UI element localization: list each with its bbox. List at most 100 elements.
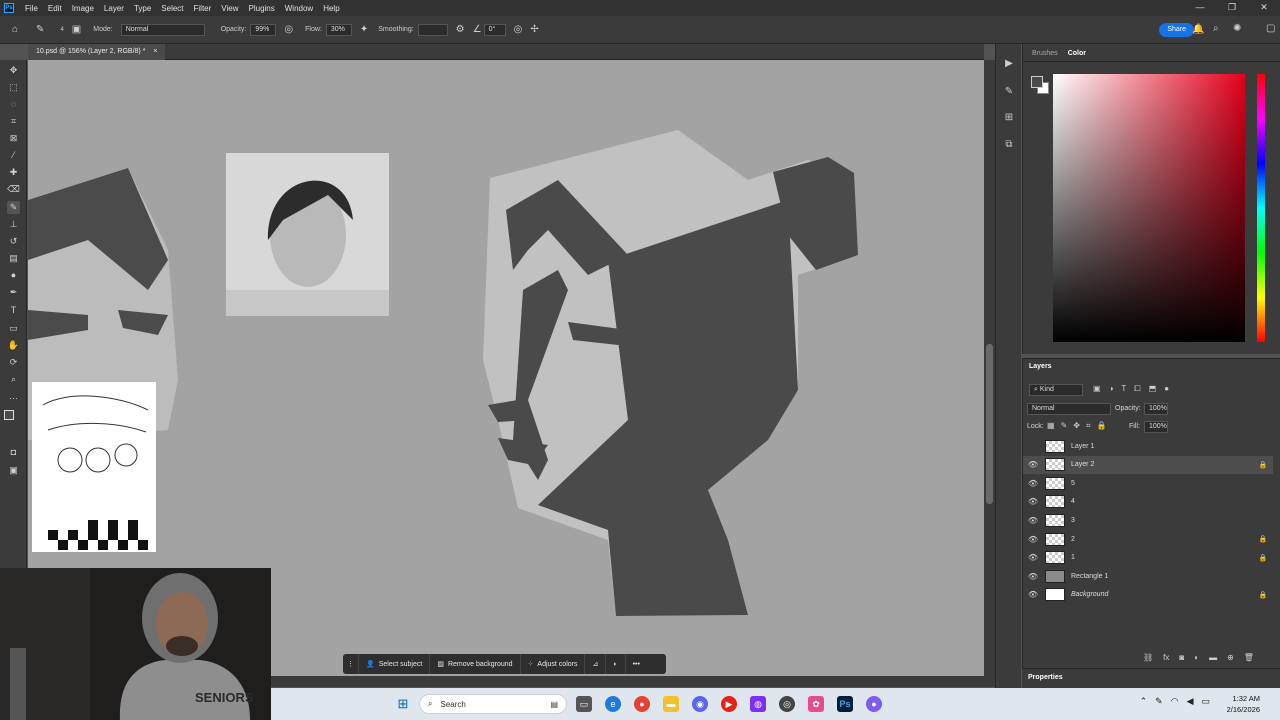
flow-input[interactable]: 30% (325, 23, 352, 36)
zoom-tool-icon[interactable]: ⌕ (7, 373, 20, 386)
filter-smart-icon[interactable]: ⬒ (1149, 384, 1157, 394)
eraser-alt-tool-icon[interactable]: ⌫ (7, 183, 20, 196)
remove-background-button[interactable]: ▨ Remove background (430, 654, 521, 674)
gradient-tool-icon[interactable]: ▤ (7, 252, 20, 265)
link-layers-icon[interactable]: ⛓ (1143, 653, 1153, 662)
home-icon[interactable]: ⌂ (12, 24, 18, 35)
opacity-input[interactable]: 99% (250, 23, 277, 36)
battery-icon[interactable]: ▭ (1201, 696, 1210, 707)
layer-filter-select[interactable]: ⌕ Kind (1029, 384, 1083, 396)
pen-icon[interactable]: ✎ (1155, 696, 1163, 707)
brush-size-value[interactable]: 4 (60, 27, 63, 33)
path-select-tool-icon[interactable]: ▭ (7, 322, 20, 335)
clone-stamp-tool-icon[interactable]: ⊥ (7, 218, 20, 231)
visibility-eye-icon[interactable]: 👁 (1023, 516, 1043, 525)
maximize-button[interactable]: ❐ (1216, 0, 1248, 16)
new-group-icon[interactable]: ▬ (1209, 653, 1217, 662)
vertical-scroll-thumb[interactable] (986, 344, 993, 504)
layer-row[interactable]: 👁 3 (1023, 511, 1273, 529)
discover-icon[interactable]: ✺ (1233, 23, 1241, 34)
crop-tool-icon[interactable]: ⌗ (7, 115, 20, 128)
smoothing-input[interactable] (417, 23, 448, 36)
file-explorer-icon[interactable]: ▬ (663, 696, 679, 712)
wifi-icon[interactable]: ◠ (1171, 696, 1179, 707)
share-button[interactable]: Share (1159, 23, 1194, 37)
menu-filter[interactable]: Filter (189, 4, 217, 13)
layer-row[interactable]: 👁 Background 🔒 (1023, 586, 1273, 604)
mask-icon[interactable]: ◙ (1179, 653, 1184, 662)
hand-tool-icon[interactable]: ✋ (7, 339, 20, 352)
menu-edit[interactable]: Edit (43, 4, 67, 13)
grid-panel-icon[interactable]: ⊞ (1002, 112, 1016, 123)
visibility-eye-icon[interactable]: 👁 (1023, 460, 1043, 469)
healing-tool-icon[interactable]: ✚ (7, 166, 20, 179)
lock-artboard-icon[interactable]: ⌗ (1086, 421, 1091, 431)
menu-file[interactable]: File (20, 4, 43, 13)
menu-plugins[interactable]: Plugins (244, 4, 280, 13)
eyedropper-tool-icon[interactable]: ⁄ (7, 149, 20, 162)
menu-layer[interactable]: Layer (99, 4, 129, 13)
select-subject-button[interactable]: 👤 Select subject (359, 654, 431, 674)
color-picker-field[interactable] (1053, 74, 1245, 342)
move-tool-icon[interactable]: ✥ (7, 64, 20, 77)
lock-image-icon[interactable]: ✎ (1061, 421, 1068, 431)
menu-select[interactable]: Select (156, 4, 188, 13)
workspace-icon[interactable]: ▢ (1266, 23, 1275, 34)
blend-mode-select[interactable]: Normal (1027, 403, 1111, 415)
layer-row[interactable]: 👁 1 🔒 (1023, 549, 1273, 567)
tray-overflow-icon[interactable]: ⌃ (1140, 696, 1148, 707)
bell-icon[interactable]: 🔔 (1192, 24, 1204, 35)
photoshop-taskbar-icon[interactable]: Ps (837, 696, 853, 712)
brush-panel-icon[interactable]: ✎ (1002, 86, 1016, 97)
filter-shape-icon[interactable]: ⧠ (1134, 384, 1140, 394)
layer-row[interactable]: 👁 2 🔒 (1023, 530, 1273, 548)
mode-select[interactable]: Normal (120, 23, 205, 36)
menu-help[interactable]: Help (318, 4, 344, 13)
document-tab[interactable]: 10.psd @ 156% (Layer 2, RGB/8) * × (28, 44, 166, 60)
angle-input[interactable]: 0° (483, 23, 506, 36)
task-view-icon[interactable]: ▭ (576, 696, 592, 712)
pressure-size-icon[interactable]: ◎ (514, 24, 523, 35)
marquee-tool-icon[interactable]: ⬚ (7, 81, 20, 94)
brush-settings-icon[interactable]: ▣ (72, 24, 81, 35)
symmetry-icon[interactable]: ✢ (530, 24, 538, 35)
close-tab-icon[interactable]: × (153, 48, 157, 55)
close-window-button[interactable]: ✕ (1248, 0, 1280, 16)
visibility-eye-icon[interactable]: 👁 (1023, 553, 1043, 562)
search-icon[interactable]: ⌕ (1213, 23, 1219, 34)
play-icon[interactable]: ▶ (1002, 58, 1016, 69)
screen-mode-icon[interactable]: ▣ (7, 464, 20, 477)
new-layer-icon[interactable]: ⊕ (1227, 653, 1234, 662)
pen-tool-icon[interactable]: ✒ (7, 286, 20, 299)
taskbar-clock[interactable]: 1:32 AM 2/16/2026 (1227, 693, 1260, 715)
lock-all-icon[interactable]: 🔒 (1096, 421, 1106, 431)
photos-icon[interactable]: ✿ (808, 696, 824, 712)
minimize-button[interactable]: — (1184, 0, 1216, 16)
visibility-eye-icon[interactable]: 👁 (1023, 572, 1043, 581)
pressure-opacity-icon[interactable]: ◎ (284, 24, 293, 35)
airbrush-icon[interactable]: ✦ (360, 24, 368, 35)
start-button-icon[interactable]: ⊞ (395, 696, 411, 712)
new-adjustment-icon[interactable]: ◐ (1194, 653, 1199, 662)
lock-transparent-icon[interactable]: ▦ (1047, 421, 1055, 431)
menu-window[interactable]: Window (280, 4, 318, 13)
taskbar-search[interactable]: ⌕ Search ▤ (419, 694, 567, 714)
layer-row[interactable]: 👁 5 (1023, 474, 1273, 492)
more-options-icon[interactable]: ••• (626, 654, 647, 674)
dodge-tool-icon[interactable]: ● (7, 269, 20, 282)
obs-icon[interactable]: ◎ (779, 696, 795, 712)
gear-icon[interactable]: ⚙ (456, 24, 465, 35)
streaming-app-icon[interactable]: ◍ (750, 696, 766, 712)
filter-toggle-icon[interactable]: ● (1164, 384, 1169, 394)
fx-icon[interactable]: fx (1163, 653, 1169, 662)
tab-brushes[interactable]: Brushes (1027, 50, 1063, 61)
filter-adjust-icon[interactable]: ◑ (1109, 384, 1114, 394)
type-tool-icon[interactable]: T (7, 304, 20, 317)
tab-color[interactable]: Color (1063, 50, 1091, 61)
layer-row[interactable]: 👁 Rectangle 1 (1023, 567, 1273, 585)
foreground-color-chip[interactable] (1031, 76, 1043, 88)
lock-position-icon[interactable]: ✥ (1073, 421, 1080, 431)
edge-icon[interactable]: e (605, 696, 621, 712)
rotate-view-tool-icon[interactable]: ⟳ (7, 356, 20, 369)
frame-tool-icon[interactable]: ⊠ (7, 132, 20, 145)
